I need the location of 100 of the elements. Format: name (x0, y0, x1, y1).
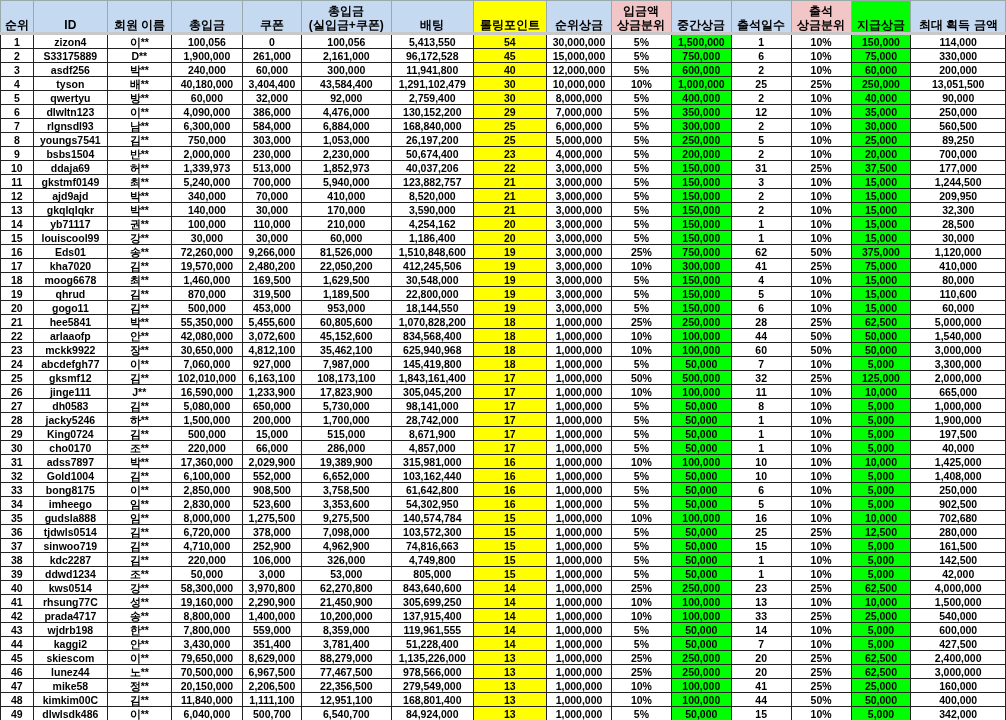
table-cell: 22 (0, 328, 34, 343)
table-cell: 13,051,500 (910, 76, 1006, 91)
table-cell: 4,962,900 (301, 538, 392, 553)
table-cell: 10% (791, 272, 851, 287)
table-cell: 5% (611, 62, 672, 77)
table-cell: 330,000 (910, 48, 1006, 63)
table-cell: 252,900 (242, 538, 302, 553)
table-cell: 43,584,400 (301, 76, 392, 91)
table-cell: 10% (611, 342, 672, 357)
table-cell: gkstmf0149 (33, 174, 108, 189)
table-cell: 169,500 (242, 272, 302, 287)
table-cell: 1,900,000 (910, 412, 1006, 427)
table-cell: 10% (791, 496, 851, 511)
table-cell: 523,600 (242, 496, 302, 511)
table-cell: 42 (0, 608, 34, 623)
table-cell: 19 (0, 286, 34, 301)
table-cell: 김** (107, 524, 172, 539)
table-cell: 5% (611, 440, 672, 455)
table-cell: dh0583 (33, 398, 108, 413)
table-cell: 3,000,000 (546, 300, 612, 315)
table-cell: 7,000,000 (546, 104, 612, 119)
table-cell: adss7897 (33, 454, 108, 469)
table-cell: Gold1004 (33, 468, 108, 483)
table-cell: 25% (611, 664, 672, 679)
table-cell: 10% (791, 230, 851, 245)
table-cell: 16 (731, 510, 792, 525)
table-cell: 103,572,300 (391, 524, 474, 539)
table-cell: 19,389,900 (301, 454, 392, 469)
table-cell: jinge111 (33, 384, 108, 399)
table-cell: qhrud (33, 286, 108, 301)
table-cell: 조** (107, 566, 172, 581)
table-cell: 30,650,000 (171, 342, 243, 357)
table-cell: 장** (107, 342, 172, 357)
table-cell: 3,353,600 (301, 496, 392, 511)
table-cell: lunez44 (33, 664, 108, 679)
table-cell: 10% (791, 118, 851, 133)
table-cell: skiescom (33, 650, 108, 665)
table-cell: 140,574,784 (391, 510, 474, 525)
table-cell: yb71117 (33, 216, 108, 231)
table-cell: 88,279,000 (301, 650, 392, 665)
table-cell: 김** (107, 552, 172, 567)
table-cell: hee5841 (33, 314, 108, 329)
table-cell: 성** (107, 594, 172, 609)
table-cell: 2,290,900 (242, 594, 302, 609)
table-cell: 303,000 (242, 132, 302, 147)
table-cell: 410,000 (910, 258, 1006, 273)
table-cell: 168,801,400 (391, 692, 474, 707)
table-cell: ddaja69 (33, 160, 108, 175)
table-cell: 6 (731, 300, 792, 315)
table-cell: 최** (107, 272, 172, 287)
table-cell: 안** (107, 328, 172, 343)
table-cell: 30,548,000 (391, 272, 474, 287)
table-cell: 4,812,100 (242, 342, 302, 357)
table-cell: 김** (107, 258, 172, 273)
table-cell: 1,000,000 (546, 342, 612, 357)
table-cell: 10% (791, 104, 851, 119)
table-cell: 6 (731, 48, 792, 63)
table-cell: 513,000 (242, 160, 302, 175)
table-cell: 6,967,500 (242, 664, 302, 679)
table-cell: 25% (791, 664, 851, 679)
table-cell: 5% (611, 482, 672, 497)
table-cell: 77,467,500 (301, 664, 392, 679)
table-cell: 5% (611, 160, 672, 175)
table-cell: 5% (611, 622, 672, 637)
table-cell: 박** (107, 62, 172, 77)
table-cell: 40,000 (910, 440, 1006, 455)
table-cell: 1,900,000 (171, 48, 243, 63)
table-cell: 12,951,100 (301, 692, 392, 707)
table-cell: 19,570,000 (171, 258, 243, 273)
table-cell: 1,000,000 (546, 384, 612, 399)
table-cell: 1,339,973 (171, 160, 243, 175)
table-cell: 110,600 (910, 286, 1006, 301)
table-cell: 10% (791, 62, 851, 77)
table-cell: ddwd1234 (33, 566, 108, 581)
table-cell: 2,206,500 (242, 678, 302, 693)
table-cell: 10,000,000 (546, 76, 612, 91)
table-cell: 30 (0, 440, 34, 455)
table-cell: 44 (0, 636, 34, 651)
table-cell: 110,000 (242, 216, 302, 231)
table-cell: 35 (0, 510, 34, 525)
table-cell: 2,850,000 (171, 482, 243, 497)
table-cell: 130,152,200 (391, 104, 474, 119)
table-cell: 1,000,000 (546, 314, 612, 329)
table-cell: kimkim00C (33, 692, 108, 707)
column-header: 롤링포인트 (473, 0, 547, 34)
table-cell: 7,060,000 (171, 356, 243, 371)
table-cell: 25% (611, 314, 672, 329)
table-cell: 177,000 (910, 160, 1006, 175)
table-cell: 30,000,000 (546, 33, 612, 49)
table-cell: 5% (611, 552, 672, 567)
table-cell: 5% (611, 230, 672, 245)
table-cell: 10% (611, 692, 672, 707)
table-cell: 62,270,800 (301, 580, 392, 595)
table-cell: 32 (731, 370, 792, 385)
table-cell: 1,425,000 (910, 454, 1006, 469)
table-cell: 10% (791, 538, 851, 553)
table-cell: 10% (791, 426, 851, 441)
table-cell: 53,000 (301, 566, 392, 581)
table-cell: 9,266,000 (242, 244, 302, 259)
table-cell: 10% (791, 454, 851, 469)
